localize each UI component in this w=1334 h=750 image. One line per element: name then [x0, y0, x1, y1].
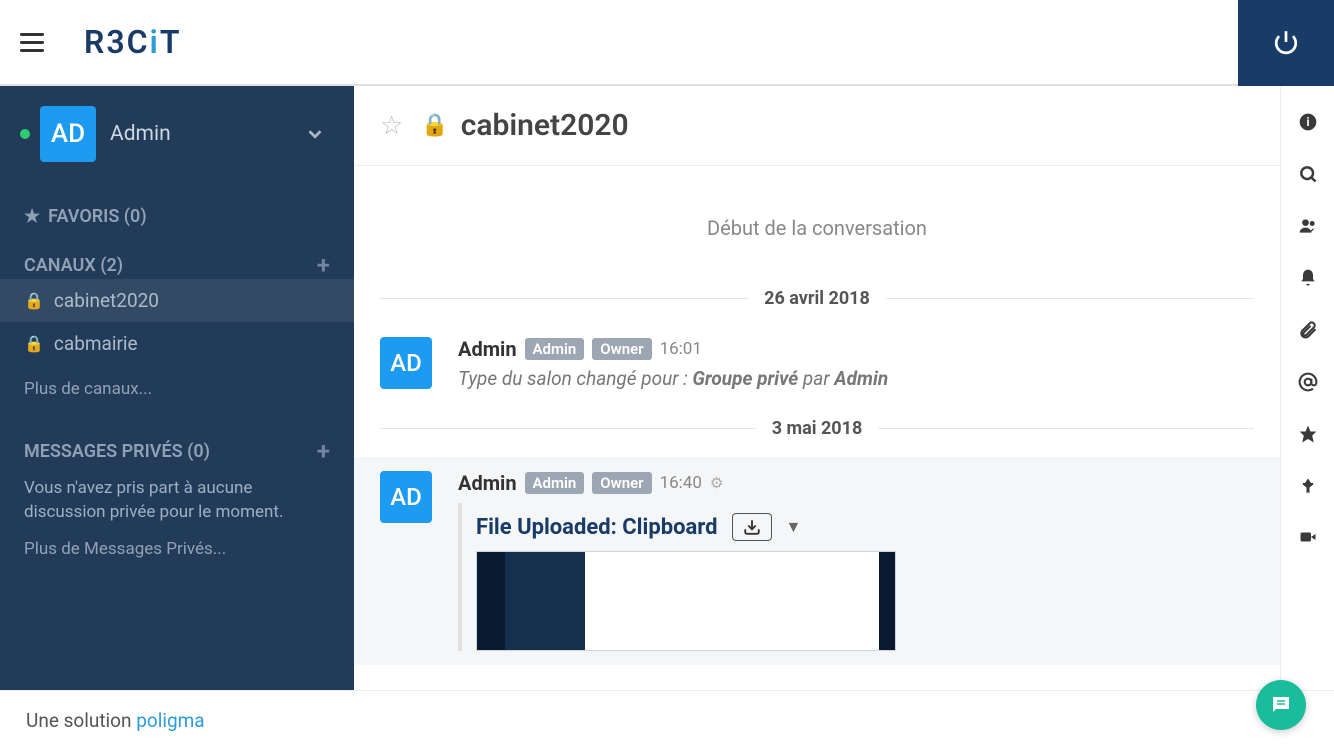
avatar[interactable]: AD: [380, 471, 432, 523]
sidebar-item-cabinet2020[interactable]: 🔒cabinet2020: [0, 279, 354, 322]
sidebar-username: Admin: [110, 122, 171, 146]
message: AD Admin Admin Owner 16:40 ⚙ File Upload…: [354, 457, 1280, 665]
chat-fab[interactable]: [1256, 680, 1306, 730]
right-toolbar: i: [1280, 86, 1334, 690]
info-icon[interactable]: i: [1298, 112, 1318, 136]
chat-icon: [1269, 693, 1293, 717]
download-icon: [743, 518, 761, 536]
chat-area: ☆ 🔒 cabinet2020 Début de la conversation…: [354, 86, 1280, 690]
collapse-attachment-button[interactable]: ▼: [786, 517, 802, 537]
logo: R3CiT: [84, 23, 182, 61]
sidebar-dm-header[interactable]: MESSAGES PRIVÉS (0)+: [24, 437, 330, 465]
dm-empty-text: Vous n'avez pris part à aucune discussio…: [0, 465, 354, 525]
attachment-preview[interactable]: [476, 551, 896, 651]
role-badge: Admin: [525, 338, 585, 360]
power-icon: [1273, 29, 1299, 55]
sidebar: AD Admin ★FAVORIS (0) CANAUX (2)+ 🔒cabin…: [0, 86, 354, 690]
power-button[interactable]: [1238, 0, 1334, 86]
message-time: 16:40: [660, 473, 702, 493]
message-text: Type du salon changé pour : Groupe privé…: [458, 361, 1254, 390]
footer-text: Une solution poligma: [26, 709, 205, 732]
members-icon[interactable]: [1297, 216, 1319, 240]
pinned-icon[interactable]: [1299, 476, 1317, 500]
star-icon: ★: [24, 206, 40, 227]
message-actions-button[interactable]: ⚙: [710, 474, 723, 492]
notifications-icon[interactable]: [1298, 268, 1318, 292]
add-dm-button[interactable]: +: [317, 437, 330, 465]
lock-icon: 🔒: [421, 113, 448, 138]
sidebar-user[interactable]: AD Admin: [0, 86, 354, 182]
topbar: R3CiT: [0, 0, 1334, 86]
channel-title: cabinet2020: [461, 108, 629, 143]
sidebar-favoris-header[interactable]: ★FAVORIS (0): [24, 206, 330, 227]
chat-body[interactable]: Début de la conversation 26 avril 2018 A…: [354, 166, 1280, 690]
date-separator: 3 mai 2018: [380, 418, 1254, 439]
more-channels-link[interactable]: Plus de canaux...: [0, 365, 354, 413]
message-time: 16:01: [660, 339, 702, 359]
attachment-title[interactable]: File Uploaded: Clipboard: [476, 515, 718, 540]
menu-toggle[interactable]: [20, 30, 44, 54]
lock-icon: 🔒: [24, 334, 44, 353]
date-separator: 26 avril 2018: [380, 288, 1254, 309]
footer-link[interactable]: poligma: [136, 709, 204, 732]
download-button[interactable]: [732, 513, 772, 541]
status-online-icon: [20, 129, 30, 139]
sidebar-canaux-header[interactable]: CANAUX (2)+: [24, 251, 330, 279]
search-icon[interactable]: [1298, 164, 1318, 188]
avatar[interactable]: AD: [380, 337, 432, 389]
chevron-down-icon: [304, 123, 326, 145]
more-dm-link[interactable]: Plus de Messages Privés...: [0, 525, 354, 573]
sidebar-item-cabmairie[interactable]: 🔒cabmairie: [0, 322, 354, 365]
role-badge: Admin: [525, 472, 585, 494]
starred-icon[interactable]: [1298, 424, 1318, 448]
role-badge: Owner: [592, 338, 651, 360]
add-channel-button[interactable]: +: [317, 251, 330, 279]
chat-header: ☆ 🔒 cabinet2020: [354, 86, 1280, 166]
mentions-icon[interactable]: [1298, 372, 1318, 396]
message-author[interactable]: Admin: [458, 471, 517, 495]
role-badge: Owner: [592, 472, 651, 494]
footer: Une solution poligma: [0, 690, 1334, 750]
video-icon[interactable]: [1297, 528, 1319, 550]
attachments-icon[interactable]: [1298, 320, 1318, 344]
avatar: AD: [40, 106, 96, 162]
message-author[interactable]: Admin: [458, 337, 517, 361]
message: AD Admin Admin Owner 16:01 Type du salon…: [380, 327, 1254, 400]
favorite-toggle[interactable]: ☆: [380, 111, 403, 141]
lock-icon: 🔒: [24, 291, 44, 310]
svg-text:i: i: [1306, 115, 1309, 129]
attachment: File Uploaded: Clipboard ▼: [458, 503, 1254, 651]
conversation-start-label: Début de la conversation: [380, 186, 1254, 270]
